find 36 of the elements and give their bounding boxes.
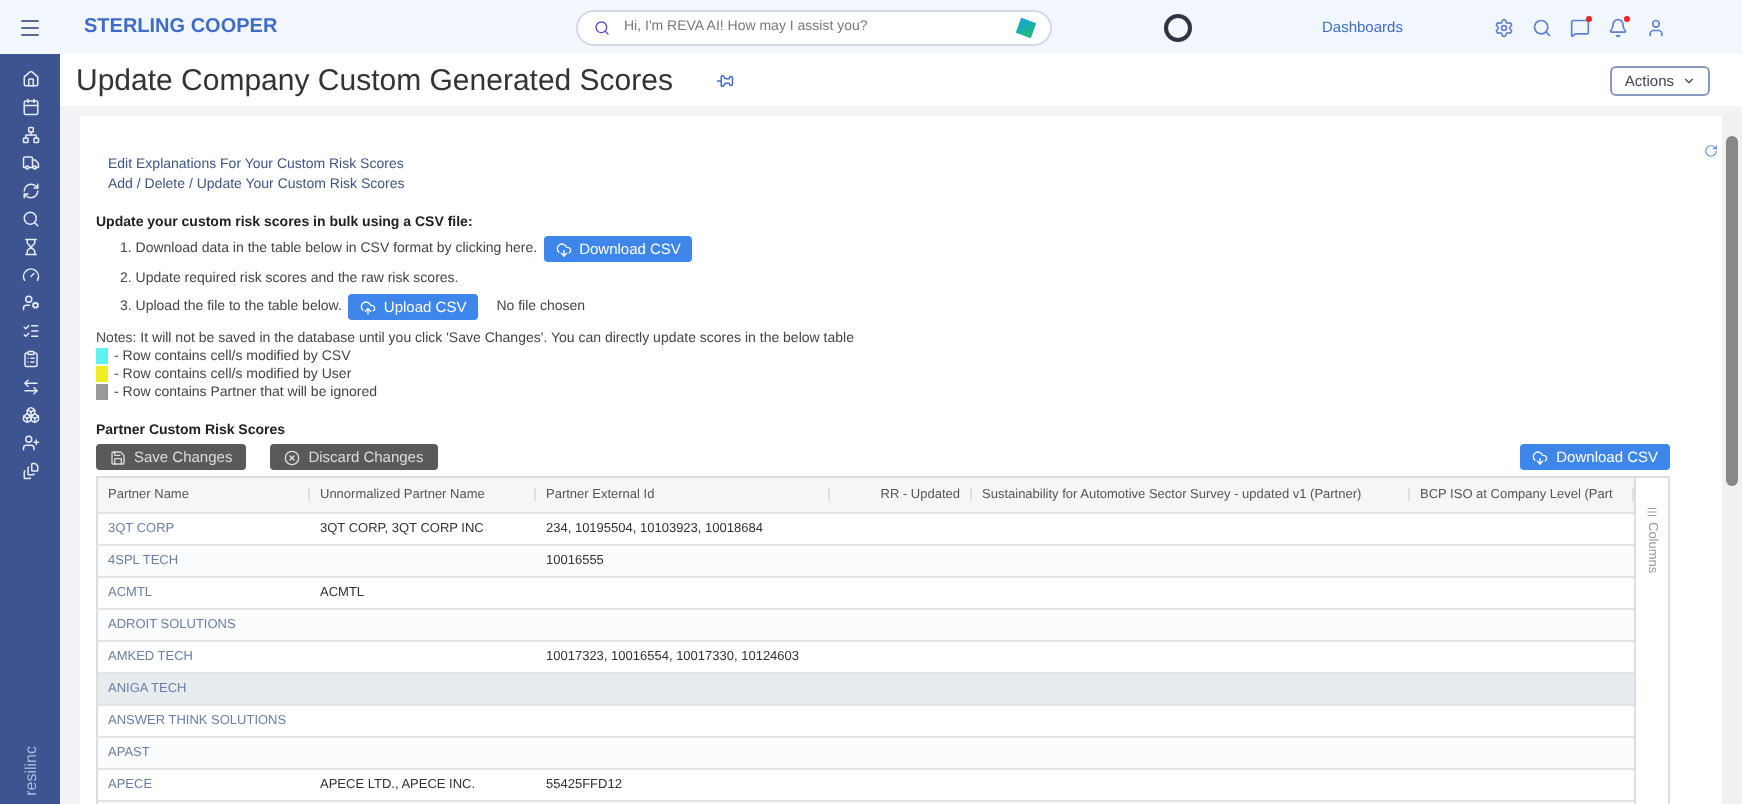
calendar-icon[interactable] [21, 98, 39, 116]
save-icon [110, 449, 126, 465]
assistant-icon[interactable] [1015, 16, 1037, 38]
columns-icon [1646, 506, 1658, 518]
checklist-icon[interactable] [21, 322, 39, 340]
user-gear-icon[interactable] [21, 294, 39, 312]
message-icon[interactable] [1570, 17, 1591, 37]
boxes-icon[interactable] [21, 406, 39, 424]
search-icon [594, 19, 610, 35]
caret-icon [1682, 73, 1696, 87]
cloud-icon [359, 299, 376, 315]
refresh-icon[interactable] [1704, 144, 1718, 158]
close-icon [284, 449, 301, 465]
home-icon[interactable] [21, 70, 39, 88]
bell-icon[interactable] [1608, 17, 1629, 37]
hourglass-icon[interactable] [21, 238, 39, 256]
logo-icon [1164, 13, 1192, 41]
stack-icon[interactable] [21, 462, 39, 480]
truck-icon[interactable] [21, 154, 39, 172]
search-icon[interactable] [1532, 17, 1553, 37]
settings-icon[interactable] [1494, 17, 1515, 37]
clipboard-icon[interactable] [21, 350, 39, 368]
network-icon[interactable] [21, 126, 39, 144]
cloud-icon [555, 241, 572, 257]
refresh-icon[interactable] [21, 182, 39, 200]
scrollbar[interactable] [1722, 116, 1742, 804]
user-add-icon[interactable] [21, 434, 39, 452]
menu-icon[interactable] [18, 15, 42, 39]
cloud-icon [1532, 449, 1549, 465]
gauge-icon[interactable] [21, 266, 39, 284]
arrows-icon[interactable] [21, 378, 39, 396]
pin-icon[interactable] [716, 71, 735, 89]
brand-name: STERLING COOPER [84, 16, 280, 38]
page-title: Update Company Custom Generated Scores [76, 63, 673, 97]
user-icon[interactable] [1646, 17, 1667, 37]
footer-logo: resilinc [21, 746, 39, 796]
